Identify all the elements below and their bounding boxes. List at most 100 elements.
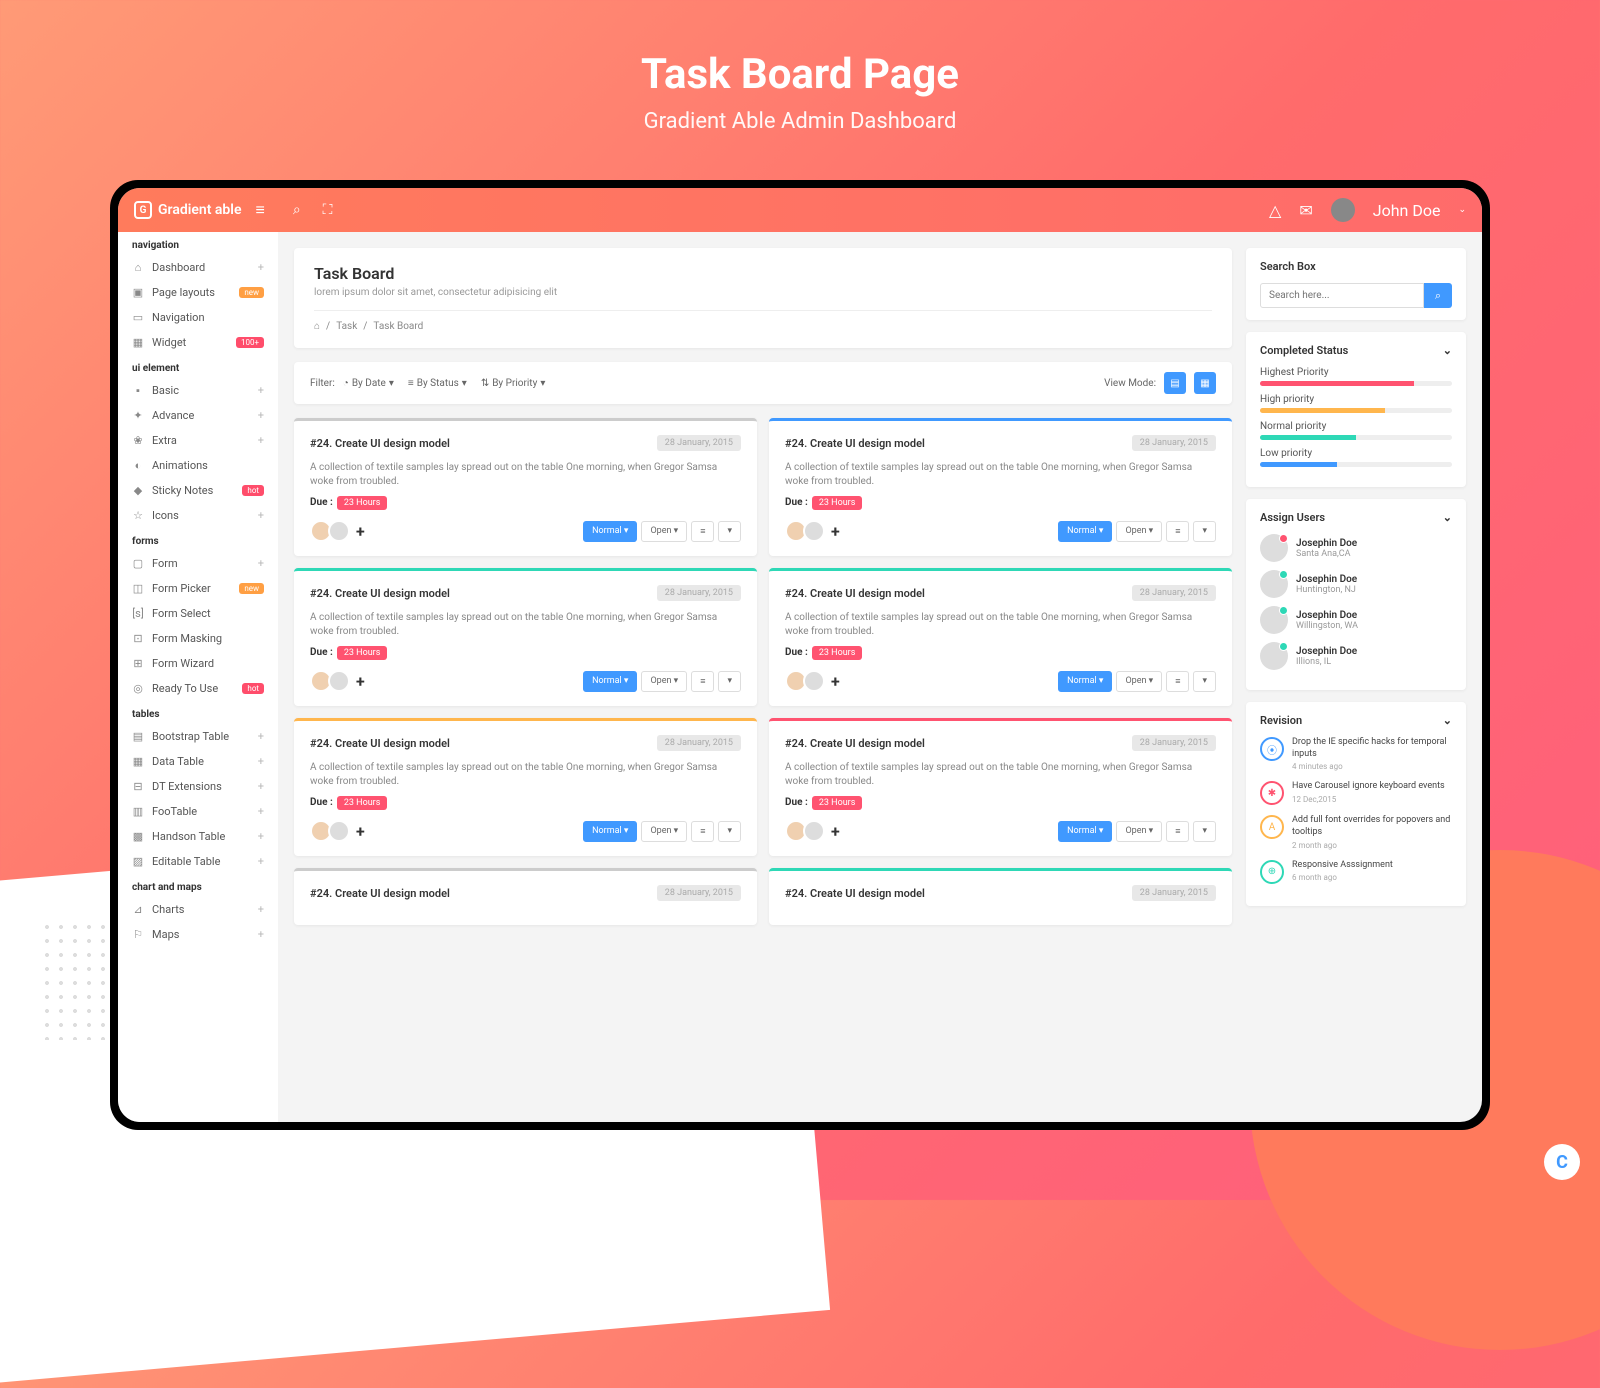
fullscreen-icon[interactable]: ⛶ — [323, 202, 333, 218]
search-icon[interactable]: ⌕ — [293, 202, 301, 218]
revision-title: Revision — [1260, 714, 1302, 727]
nav-item[interactable]: ◎Ready To Usehot — [118, 676, 278, 701]
user-avatar[interactable] — [1331, 198, 1355, 222]
more-button[interactable]: ≡ — [691, 821, 714, 842]
nav-item[interactable]: [s]Form Select — [118, 601, 278, 626]
options-button[interactable]: ▾ — [718, 521, 741, 542]
status-dropdown[interactable]: Open ▾ — [1116, 821, 1162, 842]
user-row[interactable]: Josephin DoeWillingston, WA — [1260, 606, 1452, 634]
status-dropdown[interactable]: Open ▾ — [641, 521, 687, 542]
options-button[interactable]: ▾ — [1193, 821, 1216, 842]
priority-label: Highest Priority — [1260, 367, 1452, 378]
add-user-button[interactable]: + — [831, 672, 840, 691]
user-location: Willingston, WA — [1296, 621, 1358, 631]
user-row[interactable]: Josephin DoeHuntington, NJ — [1260, 570, 1452, 598]
nav-item[interactable]: ▦Widget100+ — [118, 330, 278, 355]
add-user-button[interactable]: + — [356, 522, 365, 541]
nav-item[interactable]: ▣Page layoutsnew — [118, 280, 278, 305]
user-row[interactable]: Josephin DoeIllions, IL — [1260, 642, 1452, 670]
chevron-down-icon[interactable]: ⌄ — [1458, 205, 1466, 215]
nav-badge: 100+ — [236, 337, 264, 348]
revision-item[interactable]: ⦿Drop the IE specific hacks for temporal… — [1260, 737, 1452, 771]
avatar[interactable] — [328, 520, 350, 542]
revision-date: 4 minutes ago — [1292, 762, 1452, 771]
more-button[interactable]: ≡ — [1166, 671, 1189, 692]
nav-item[interactable]: ⊿Charts+ — [118, 897, 278, 922]
avatar[interactable] — [328, 670, 350, 692]
priority-dropdown[interactable]: Normal ▾ — [1058, 521, 1112, 542]
revision-item[interactable]: AAdd full font overrides for popovers an… — [1260, 815, 1452, 849]
avatar[interactable] — [803, 670, 825, 692]
status-dropdown[interactable]: Open ▾ — [641, 821, 687, 842]
add-user-button[interactable]: + — [356, 672, 365, 691]
view-list-button[interactable]: ▤ — [1164, 372, 1186, 394]
revision-item[interactable]: ✱Have Carousel ignore keyboard events12 … — [1260, 781, 1452, 805]
filter-by-date[interactable]: ◔ By Date ▾ — [343, 378, 394, 389]
status-dropdown[interactable]: Open ▾ — [1116, 671, 1162, 692]
more-button[interactable]: ≡ — [691, 521, 714, 542]
add-user-button[interactable]: + — [831, 822, 840, 841]
status-dropdown[interactable]: Open ▾ — [1116, 521, 1162, 542]
nav-icon: [s] — [132, 607, 144, 620]
nav-item[interactable]: ⊡Form Masking — [118, 626, 278, 651]
priority-dropdown[interactable]: Normal ▾ — [1058, 671, 1112, 692]
brand-logo[interactable]: G Gradient able — [134, 201, 241, 219]
priority-row: Highest Priority — [1260, 367, 1452, 386]
nav-item[interactable]: ⌂Dashboard+ — [118, 255, 278, 280]
avatar[interactable] — [328, 820, 350, 842]
nav-item[interactable]: ▢Form+ — [118, 551, 278, 576]
nav-label: Form Picker — [152, 582, 231, 595]
options-button[interactable]: ▾ — [718, 821, 741, 842]
more-button[interactable]: ≡ — [691, 671, 714, 692]
nav-item[interactable]: ⊟DT Extensions+ — [118, 774, 278, 799]
crumb-task[interactable]: Task — [336, 321, 357, 332]
user-row[interactable]: Josephin DoeSanta Ana,CA — [1260, 534, 1452, 562]
nav-item[interactable]: ◆Sticky Noteshot — [118, 478, 278, 503]
avatar[interactable] — [803, 820, 825, 842]
priority-dropdown[interactable]: Normal ▾ — [583, 671, 637, 692]
bell-icon[interactable]: △ — [1269, 201, 1281, 220]
priority-dropdown[interactable]: Normal ▾ — [1058, 821, 1112, 842]
chat-icon[interactable]: ✉ — [1299, 201, 1312, 220]
nav-item[interactable]: ▭Navigation — [118, 305, 278, 330]
search-input[interactable] — [1260, 283, 1424, 308]
device-frame: G Gradient able ≡ ⌕ ⛶ △ ✉ John Doe ⌄ nav… — [110, 180, 1490, 1130]
priority-dropdown[interactable]: Normal ▾ — [583, 821, 637, 842]
status-dropdown[interactable]: Open ▾ — [641, 671, 687, 692]
nav-item[interactable]: ▤Bootstrap Table+ — [118, 724, 278, 749]
nav-item[interactable]: ◫Form Pickernew — [118, 576, 278, 601]
nav-item[interactable]: ☆Icons+ — [118, 503, 278, 528]
add-user-button[interactable]: + — [356, 822, 365, 841]
more-button[interactable]: ≡ — [1166, 821, 1189, 842]
nav-item[interactable]: ⚐Maps+ — [118, 922, 278, 947]
chevron-down-icon[interactable]: ⌄ — [1443, 714, 1452, 727]
task-due: Due :23 Hours — [310, 497, 741, 508]
filter-by-status[interactable]: ≡ By Status ▾ — [408, 378, 467, 389]
filter-by-priority[interactable]: ⇅ By Priority ▾ — [481, 378, 546, 389]
options-button[interactable]: ▾ — [1193, 521, 1216, 542]
revision-item[interactable]: ⊕Responsive Asssignment6 month ago — [1260, 860, 1452, 884]
nav-item[interactable]: ▨Editable Table+ — [118, 849, 278, 874]
more-button[interactable]: ≡ — [1166, 521, 1189, 542]
nav-item[interactable]: ◐Animations — [118, 453, 278, 478]
nav-item[interactable]: ⊞Form Wizard — [118, 651, 278, 676]
search-button[interactable]: ⌕ — [1424, 283, 1452, 308]
options-button[interactable]: ▾ — [1193, 671, 1216, 692]
nav-item[interactable]: ▦Data Table+ — [118, 749, 278, 774]
view-grid-button[interactable]: ▦ — [1194, 372, 1216, 394]
nav-item[interactable]: ▩Handson Table+ — [118, 824, 278, 849]
nav-item[interactable]: ▥FooTable+ — [118, 799, 278, 824]
menu-icon[interactable]: ≡ — [255, 200, 264, 220]
nav-item[interactable]: ❀Extra+ — [118, 428, 278, 453]
nav-item[interactable]: ✦Advance+ — [118, 403, 278, 428]
home-icon[interactable]: ⌂ — [314, 321, 320, 332]
add-user-button[interactable]: + — [831, 522, 840, 541]
nav-item[interactable]: ▪Basic+ — [118, 378, 278, 403]
chevron-down-icon[interactable]: ⌄ — [1443, 344, 1452, 357]
avatar[interactable] — [803, 520, 825, 542]
priority-dropdown[interactable]: Normal ▾ — [583, 521, 637, 542]
chevron-down-icon[interactable]: ⌄ — [1443, 511, 1452, 524]
user-name[interactable]: John Doe — [1373, 201, 1441, 220]
nav-icon: ◆ — [132, 484, 144, 497]
options-button[interactable]: ▾ — [718, 671, 741, 692]
